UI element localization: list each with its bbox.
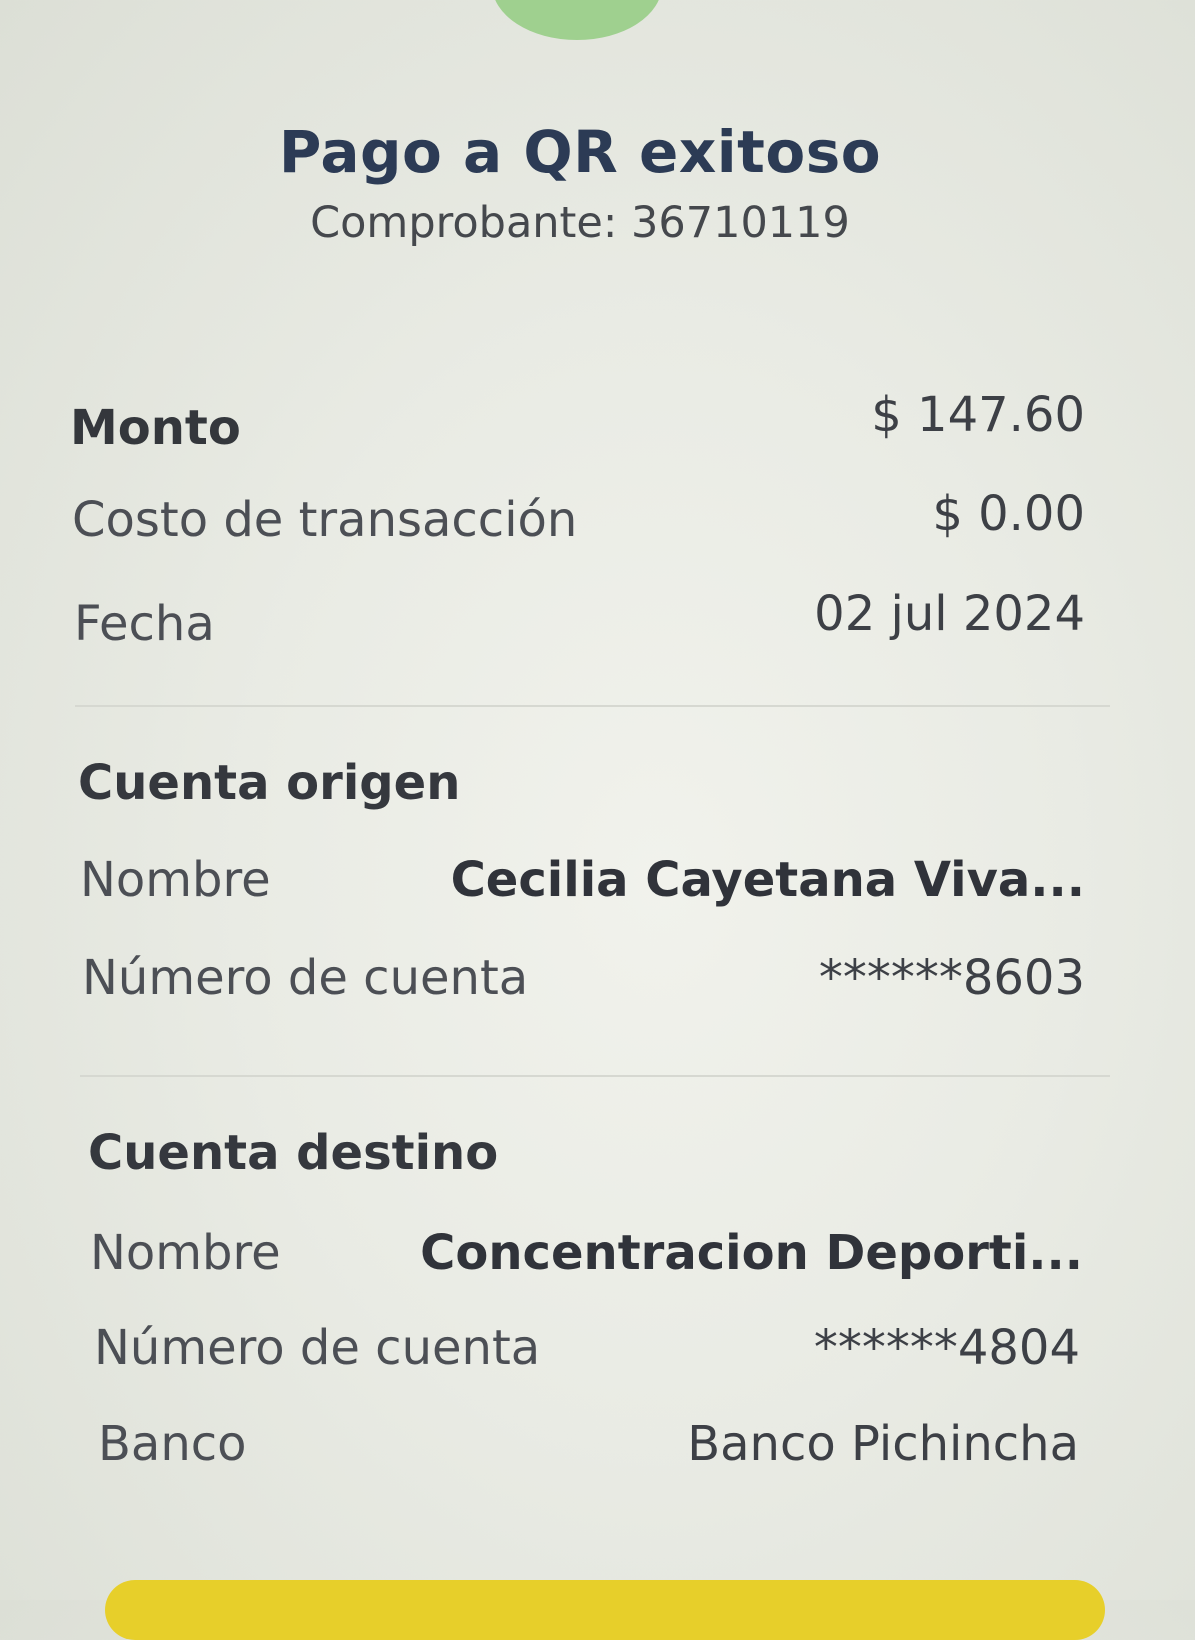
bank-label: Banco <box>98 1416 247 1472</box>
date-value: 02 jul 2024 <box>814 586 1085 642</box>
destination-name-row: Nombre Concentracion Deporti... <box>0 1225 1195 1295</box>
divider <box>80 1075 1110 1077</box>
origin-account-value: ******8603 <box>818 950 1085 1006</box>
amount-value: $ 147.60 <box>871 387 1085 443</box>
destination-name-value: Concentracion Deporti... <box>420 1225 1083 1281</box>
destination-name-label: Nombre <box>90 1225 281 1281</box>
destination-account-value: ******4804 <box>813 1320 1080 1376</box>
bank-row: Banco Banco Pichincha <box>0 1416 1195 1486</box>
fee-value: $ 0.00 <box>932 486 1085 542</box>
fee-label: Costo de transacción <box>72 492 578 548</box>
divider <box>75 705 1110 707</box>
origin-name-label: Nombre <box>80 852 271 908</box>
amount-label: Monto <box>70 400 241 456</box>
success-check-icon <box>492 0 662 40</box>
receipt-number: Comprobante: 36710119 <box>310 197 850 248</box>
origin-account-row: Número de cuenta ******8603 <box>0 950 1195 1020</box>
destination-account-label: Número de cuenta <box>94 1320 541 1376</box>
receipt-header: Pago a QR exitoso Comprobante: 36710119 <box>0 118 1160 248</box>
page-title: Pago a QR exitoso <box>278 118 882 186</box>
primary-action-button[interactable] <box>105 1580 1105 1640</box>
origin-section-title: Cuenta origen <box>78 755 461 811</box>
fee-row: Costo de transacción $ 0.00 <box>0 486 1195 562</box>
origin-name-row: Nombre Cecilia Cayetana Viva... <box>0 852 1195 922</box>
bank-value: Banco Pichincha <box>687 1416 1079 1472</box>
origin-account-label: Número de cuenta <box>82 950 529 1006</box>
date-label: Fecha <box>74 596 215 652</box>
destination-section-title: Cuenta destino <box>88 1125 499 1181</box>
origin-name-value: Cecilia Cayetana Viva... <box>450 852 1085 908</box>
date-row: Fecha 02 jul 2024 <box>0 586 1195 666</box>
amount-row: Monto $ 147.60 <box>0 387 1195 465</box>
destination-account-row: Número de cuenta ******4804 <box>0 1320 1195 1390</box>
